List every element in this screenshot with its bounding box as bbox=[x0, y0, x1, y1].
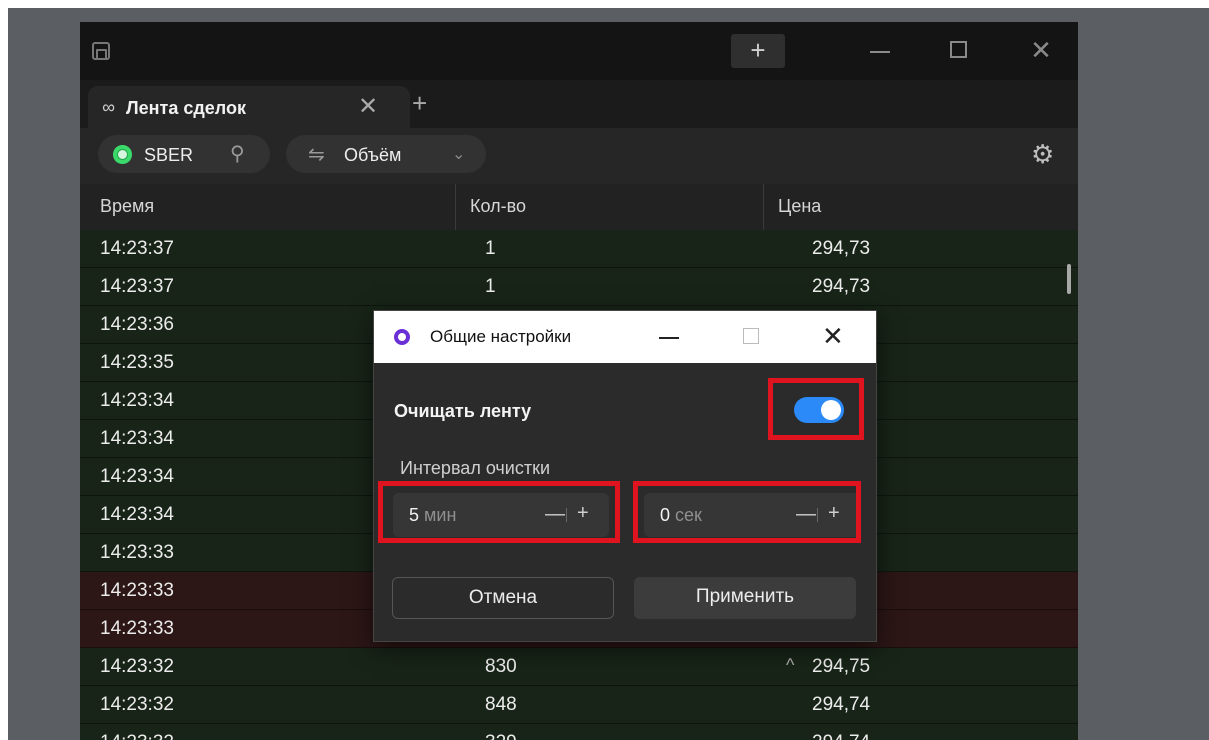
trade-quantity: 848 bbox=[485, 694, 517, 715]
trade-quantity: 1 bbox=[485, 238, 496, 259]
tab-bar: ∞ Лента сделок ✕ + bbox=[80, 80, 1078, 128]
trade-time: 14:23:34 bbox=[100, 504, 174, 525]
apply-button[interactable]: Применить bbox=[634, 577, 856, 619]
tab-close-icon[interactable]: ✕ bbox=[358, 92, 378, 121]
trade-time: 14:23:33 bbox=[100, 618, 174, 639]
minimize-button[interactable] bbox=[870, 51, 890, 53]
trade-time: 14:23:34 bbox=[100, 428, 174, 449]
new-window-button[interactable]: + bbox=[731, 34, 785, 68]
dialog-close-button[interactable]: ✕ bbox=[822, 321, 844, 352]
app-window-icon bbox=[92, 42, 110, 60]
filter-sliders-icon: ⇋ bbox=[308, 144, 325, 166]
column-header-price[interactable]: Цена bbox=[778, 196, 821, 217]
feed-toolbar: SBER ⚲ ⇋ Объём ⌄ ⚙ bbox=[80, 128, 1078, 184]
filter-label: Объём bbox=[344, 145, 402, 165]
table-header: Время Кол-во Цена bbox=[80, 184, 1078, 230]
cancel-button[interactable]: Отмена bbox=[392, 577, 614, 619]
table-row[interactable]: 14:23:32 329 294,74 bbox=[80, 724, 1078, 740]
interval-label: Интервал очистки bbox=[400, 458, 551, 478]
trade-price: 294,75 bbox=[812, 656, 871, 677]
trade-time: 14:23:34 bbox=[100, 390, 174, 411]
dialog-maximize-button[interactable] bbox=[743, 328, 759, 344]
sber-logo-icon bbox=[113, 145, 132, 164]
trade-quantity: 329 bbox=[485, 732, 517, 740]
trade-time: 14:23:35 bbox=[100, 352, 174, 373]
highlight-box bbox=[768, 378, 864, 440]
link-icon: ∞ bbox=[102, 97, 115, 117]
table-row[interactable]: 14:23:32 830 ^ 294,75 bbox=[80, 648, 1078, 686]
column-divider bbox=[763, 184, 764, 230]
trade-time: 14:23:32 bbox=[100, 656, 174, 677]
search-icon[interactable]: ⚲ bbox=[230, 141, 245, 166]
trade-time: 14:23:32 bbox=[100, 694, 174, 715]
window-titlebar: + ✕ bbox=[80, 22, 1078, 80]
table-row[interactable]: 14:23:32 848 294,74 bbox=[80, 686, 1078, 724]
highlight-box bbox=[633, 481, 861, 543]
trade-time: 14:23:34 bbox=[100, 466, 174, 487]
clear-feed-label: Очищать ленту bbox=[394, 401, 532, 421]
chevron-down-icon: ⌄ bbox=[452, 146, 466, 163]
trade-price: 294,74 bbox=[812, 732, 870, 740]
maximize-button[interactable] bbox=[950, 41, 967, 58]
ticker-label: SBER bbox=[144, 145, 194, 165]
volume-filter-dropdown[interactable]: ⇋ Объём ⌄ bbox=[286, 135, 486, 173]
trade-time: 14:23:36 bbox=[100, 314, 174, 335]
trade-price: 294,73 bbox=[812, 238, 871, 259]
dialog-titlebar: Общие настройки ✕ bbox=[374, 311, 876, 363]
ticker-selector[interactable]: SBER ⚲ bbox=[98, 135, 270, 173]
tab-label: Лента сделок bbox=[126, 98, 246, 118]
column-divider bbox=[455, 184, 456, 230]
trade-time: 14:23:32 bbox=[100, 732, 174, 740]
trade-price: 294,74 bbox=[812, 694, 871, 715]
gear-icon[interactable]: ⚙ bbox=[1031, 139, 1054, 170]
price-up-icon: ^ bbox=[786, 655, 795, 675]
app-logo-icon bbox=[394, 329, 410, 345]
trade-time: 14:23:37 bbox=[100, 238, 174, 259]
trade-quantity: 830 bbox=[485, 656, 517, 677]
dialog-minimize-button[interactable] bbox=[659, 337, 679, 339]
trade-time: 14:23:37 bbox=[100, 276, 174, 297]
table-row[interactable]: 14:23:37 1 294,73 bbox=[80, 268, 1078, 306]
trade-time: 14:23:33 bbox=[100, 542, 174, 563]
tab-trades-feed[interactable]: ∞ Лента сделок ✕ bbox=[88, 86, 410, 128]
scrollbar-thumb[interactable] bbox=[1067, 264, 1071, 294]
trade-quantity: 1 bbox=[485, 276, 496, 297]
column-header-time[interactable]: Время bbox=[100, 196, 154, 217]
trade-time: 14:23:33 bbox=[100, 580, 174, 601]
trade-price: 294,73 bbox=[812, 276, 871, 297]
dialog-title: Общие настройки bbox=[430, 327, 572, 346]
general-settings-dialog: Общие настройки ✕ Очищать ленту Интервал… bbox=[373, 310, 877, 642]
table-row[interactable]: 14:23:37 1 294,73 bbox=[80, 230, 1078, 268]
highlight-box bbox=[378, 481, 620, 543]
add-tab-button[interactable]: + bbox=[412, 88, 427, 119]
close-window-button[interactable]: ✕ bbox=[1026, 32, 1056, 68]
column-header-qty[interactable]: Кол-во bbox=[470, 196, 526, 217]
